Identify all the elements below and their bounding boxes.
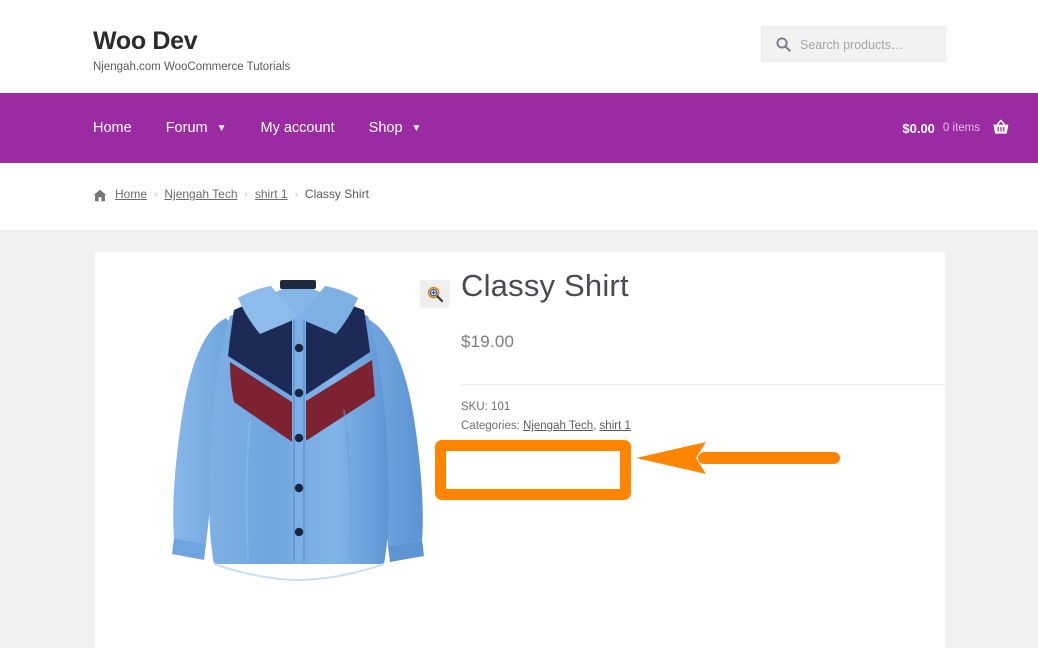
categories-separator: , (593, 420, 597, 432)
breadcrumb-item-home[interactable]: Home (115, 187, 147, 201)
primary-navigation: Home Forum ▼ My account Shop ▼ $0.00 0 i… (0, 93, 1038, 163)
nav-item-label: Home (93, 120, 132, 136)
breadcrumb-item-current: Classy Shirt (304, 187, 369, 201)
nav-item-label: Forum (165, 120, 208, 136)
site-title[interactable]: Woo Dev (93, 27, 290, 55)
chevron-down-icon[interactable]: ▼ (217, 124, 227, 134)
cart-total-amount: $0.00 (902, 120, 935, 136)
product-gallery (130, 260, 470, 630)
magnifier-plus-icon (427, 286, 444, 303)
product-categories-row: Categories: Njengah Tech, shirt 1 (461, 417, 951, 435)
breadcrumb-separator: › (244, 188, 248, 200)
breadcrumb-item-shirt-1[interactable]: shirt 1 (255, 187, 288, 201)
shopping-basket-icon[interactable] (991, 118, 1011, 138)
cart-item-count: 0 items (942, 122, 980, 134)
chevron-down-icon[interactable]: ▼ (412, 124, 422, 134)
category-link-njengah-tech[interactable]: Njengah Tech (523, 420, 593, 432)
product-summary: Classy Shirt $19.00 SKU: 101 Categories:… (461, 252, 951, 436)
nav-item-label: My account (260, 120, 335, 136)
annotation-highlight-rectangle (435, 440, 631, 500)
product-meta: SKU: 101 Categories: Njengah Tech, shirt… (461, 385, 951, 435)
breadcrumb-separator: › (294, 188, 298, 200)
site-branding[interactable]: Woo Dev Njengah.com WooCommerce Tutorial… (93, 27, 290, 74)
search-icon (776, 37, 791, 52)
category-link-shirt-1[interactable]: shirt 1 (600, 420, 631, 432)
search-input[interactable] (798, 27, 942, 63)
site-header: Woo Dev Njengah.com WooCommerce Tutorial… (0, 0, 1038, 93)
product-sku-row: SKU: 101 (461, 398, 951, 416)
product-image[interactable] (130, 260, 470, 590)
breadcrumb-separator: › (154, 188, 158, 200)
product-price: $19.00 (461, 332, 515, 351)
categories-label: Categories: (461, 420, 520, 432)
nav-item-home[interactable]: Home (93, 120, 132, 136)
nav-item-shop[interactable]: Shop ▼ (369, 120, 422, 136)
nav-menu: Home Forum ▼ My account Shop ▼ (93, 93, 455, 163)
sku-label: SKU: (461, 401, 488, 413)
annotation-left-arrow (636, 442, 840, 474)
breadcrumb-item-njengah-tech[interactable]: Njengah Tech (164, 187, 237, 201)
image-zoom-button[interactable] (420, 280, 450, 308)
nav-item-forum[interactable]: Forum ▼ (166, 120, 227, 136)
sku-value: 101 (491, 401, 511, 413)
breadcrumb-bar: Home › Njengah Tech › shirt 1 › Classy S… (0, 163, 1038, 230)
product-page: Woo Dev Njengah.com WooCommerce Tutorial… (0, 0, 1038, 648)
nav-item-my-account[interactable]: My account (261, 120, 335, 136)
home-icon[interactable] (93, 189, 107, 202)
nav-item-label: Shop (368, 120, 403, 136)
product-search-form[interactable] (761, 26, 946, 63)
breadcrumb: Home › Njengah Tech › shirt 1 › Classy S… (93, 187, 369, 201)
product-title: Classy Shirt (461, 268, 629, 303)
cart-summary[interactable]: $0.00 0 items (902, 93, 1009, 163)
site-tagline: Njengah.com WooCommerce Tutorials (93, 61, 291, 73)
